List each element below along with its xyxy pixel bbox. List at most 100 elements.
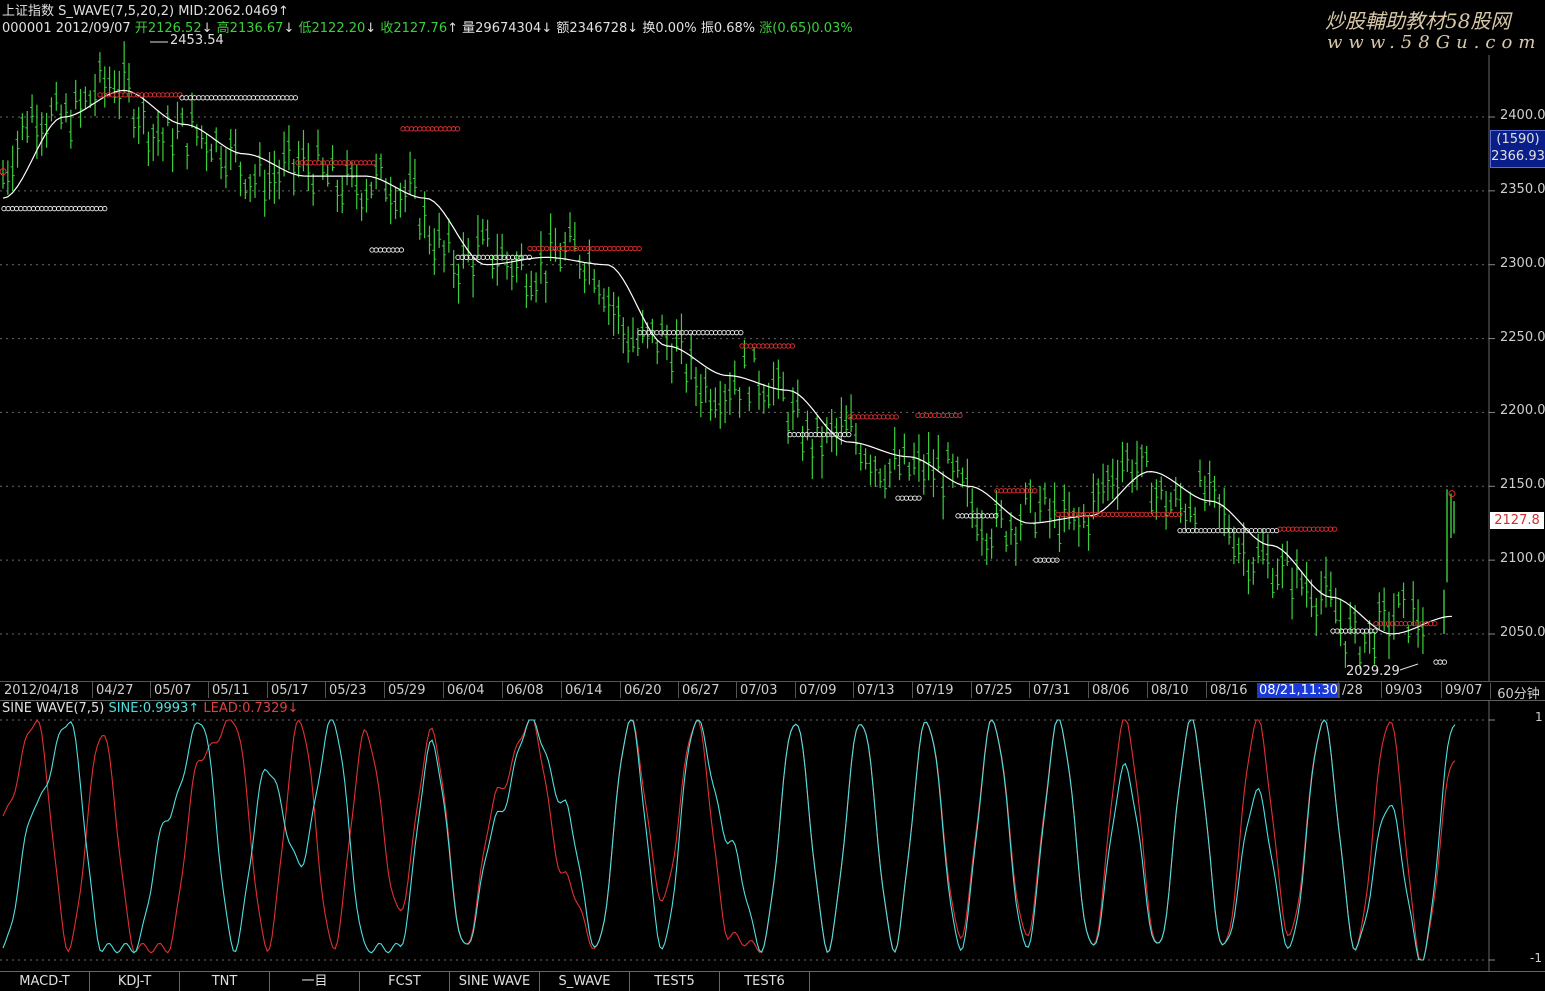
date-separator [1206, 682, 1207, 698]
level-dot [1156, 511, 1162, 518]
level-dot [1215, 527, 1221, 534]
level-dot [250, 95, 257, 101]
level-dot [292, 95, 299, 101]
level-dot [1126, 511, 1133, 518]
level-dot [923, 412, 930, 419]
level-dot [581, 245, 588, 252]
price-chart[interactable] [0, 0, 1545, 681]
date-label: 05/29 [388, 683, 426, 698]
level-dot [781, 343, 787, 349]
level-dot [1023, 488, 1030, 494]
level-dot [398, 247, 405, 253]
level-dot [725, 330, 731, 336]
level-dot [872, 414, 878, 420]
level-dot [577, 245, 584, 252]
tab-s-wave[interactable]: S_WAVE [540, 972, 630, 991]
level-dot [915, 412, 921, 419]
level-dot [851, 414, 857, 420]
level-dot [916, 495, 922, 501]
level-dot [556, 245, 563, 252]
level-dot [795, 431, 802, 438]
level-dot [1334, 628, 1340, 634]
level-dot [85, 205, 91, 212]
level-dot [242, 95, 248, 101]
level-dot [1118, 511, 1124, 518]
level-dot [1281, 526, 1287, 532]
level-dot [804, 431, 810, 438]
tab-sine-wave[interactable]: SINE WAVE [450, 972, 540, 991]
y-tick-label: 2250.0 [1500, 329, 1545, 345]
period-label[interactable]: 60分钟 [1490, 683, 1545, 702]
level-dot [1285, 526, 1292, 532]
level-dot [143, 92, 149, 98]
level-dot [196, 95, 202, 101]
date-label: 07/09 [799, 683, 837, 698]
level-dot [700, 330, 706, 336]
tab-ichimoku[interactable]: 一目 [270, 972, 360, 991]
level-dot [433, 126, 440, 132]
level-dot [598, 245, 605, 252]
level-dot [1033, 557, 1039, 563]
date-axis: 2012/04/18 04/27 05/07 05/11 05/17 05/23 05/29… [0, 681, 1545, 702]
level-dot [615, 245, 621, 252]
tab-kdj-t[interactable]: KDJ-T [90, 972, 180, 991]
date-label: 06/27 [682, 683, 720, 698]
level-dot [953, 412, 959, 419]
tab-test6[interactable]: TEST6 [720, 972, 810, 991]
level-dot [1101, 511, 1107, 518]
level-dot [544, 245, 550, 252]
level-dot [5, 205, 11, 212]
level-dot [1331, 526, 1338, 532]
level-dot [1398, 621, 1404, 627]
date-label: 04/27 [96, 683, 134, 698]
level-dot [454, 126, 461, 132]
level-dot [531, 245, 537, 252]
tab-test5[interactable]: TEST5 [630, 972, 720, 991]
level-dot [768, 343, 775, 349]
level-dot [912, 495, 918, 501]
level-dot [225, 95, 231, 101]
level-dot [756, 343, 762, 349]
level-dot [1006, 488, 1013, 494]
mid-line [2, 89, 1453, 635]
level-dot [1437, 659, 1443, 665]
tab-macd-t[interactable]: MACD-T [0, 972, 90, 991]
level-dot [328, 160, 335, 166]
sine-wave-chart[interactable] [0, 700, 1545, 971]
level-dot [147, 92, 154, 98]
level-dot [972, 513, 978, 519]
date-label: 09/03 [1385, 683, 1423, 698]
date-label: 05/11 [212, 683, 250, 698]
level-dot [208, 95, 215, 101]
level-dot [1236, 527, 1242, 534]
date-separator [1029, 682, 1030, 698]
level-dot [408, 126, 415, 132]
tab-tnt[interactable]: TNT [180, 972, 270, 991]
level-dot [1002, 488, 1009, 494]
level-dot [312, 160, 318, 166]
level-dot [172, 92, 179, 98]
date-separator [208, 682, 209, 698]
y-tick-label: 2050.0 [1500, 625, 1545, 640]
crosshair-price-box: (1590) 2366.93 [1490, 130, 1545, 168]
level-dot [288, 95, 294, 101]
level-dot [358, 160, 364, 166]
level-dot [373, 247, 379, 253]
level-dot [841, 431, 848, 438]
tab-fcst[interactable]: FCST [360, 972, 450, 991]
level-dot [1032, 488, 1038, 494]
level-dot [907, 495, 914, 501]
level-dot [1323, 526, 1329, 532]
level-dot [1139, 511, 1145, 518]
level-dot [1294, 526, 1300, 532]
level-dot [1055, 511, 1061, 518]
level-dot [122, 92, 128, 98]
level-dot [691, 330, 698, 336]
date-label: 06/04 [447, 683, 485, 698]
level-dot [764, 343, 770, 349]
level-dot [450, 126, 457, 132]
crosshair-date: 08/21,11:30 [1257, 683, 1341, 698]
level-dot [864, 414, 870, 420]
date-separator [502, 682, 503, 698]
date-separator [1147, 682, 1148, 698]
